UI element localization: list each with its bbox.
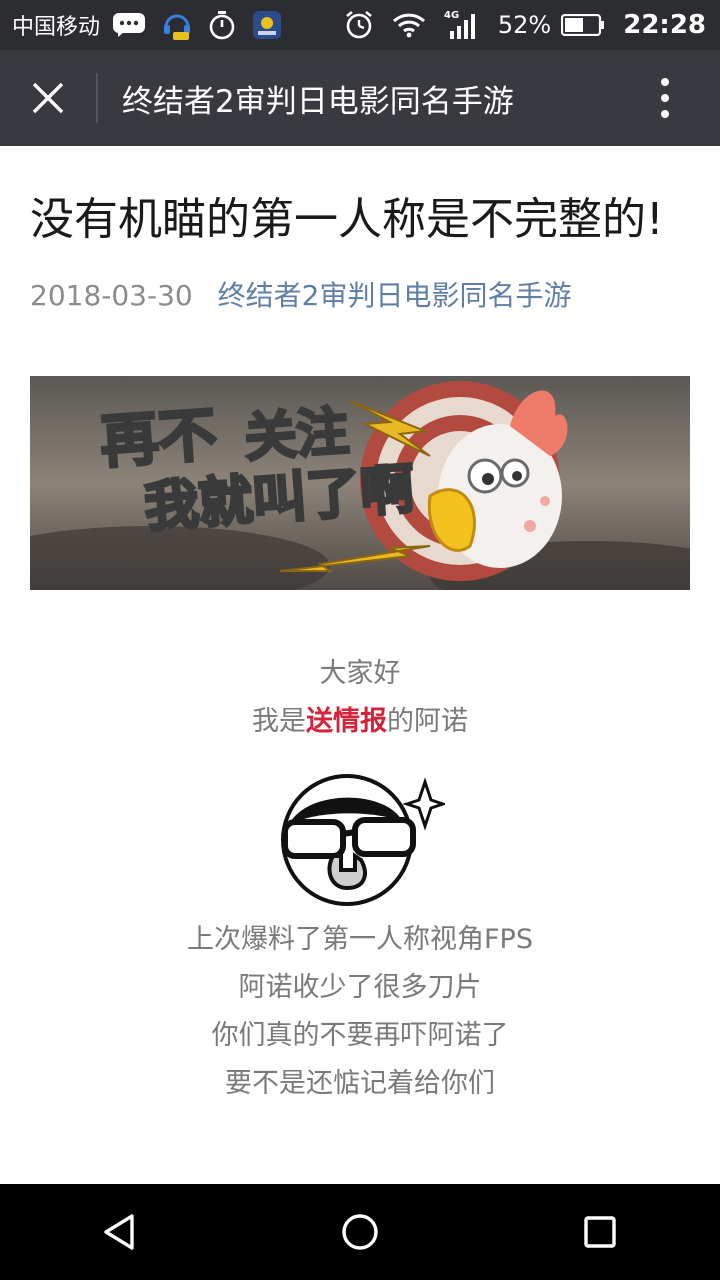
navigation-bar [0, 1184, 720, 1280]
game-app-icon [252, 10, 282, 40]
emoji-sticker [30, 770, 690, 910]
account-link[interactable]: 终结者2审判日电影同名手游 [218, 279, 572, 312]
clock-time: 22:28 [623, 10, 706, 40]
body-line-4: 要不是还惦记着给你们 [225, 1068, 495, 1099]
banner-text-line1b: 关注 [243, 402, 351, 469]
status-right: 4G 52% 22:28 [344, 0, 706, 50]
more-options-button[interactable] [610, 50, 720, 146]
sunglasses-face-icon [281, 774, 445, 906]
page-title: 终结者2审判日电影同名手游 [122, 83, 514, 120]
close-button[interactable] [0, 50, 96, 146]
title-bar: 终结者2审判日电影同名手游 [0, 50, 720, 146]
carrier-name: 中国移动 [12, 15, 101, 40]
network-type-label: 4G [444, 10, 459, 21]
status-left: 中国移动 [12, 0, 298, 50]
greeting-line: 大家好 [319, 658, 401, 689]
recent-apps-button[interactable] [550, 1184, 650, 1280]
message-bubble-icon [112, 12, 146, 38]
stopwatch-icon [208, 10, 236, 40]
publish-date: 2018-03-30 [30, 279, 193, 312]
recent-square-icon [584, 1216, 616, 1248]
back-triangle-icon [104, 1214, 134, 1250]
cell-signal-icon: 4G [444, 9, 480, 41]
article-body: 大家好 我是送情报的阿诺 上次爆料了第一人称视角FPS 阿诺收少了很多刀片 你们… [30, 650, 690, 1108]
article: 没有机瞄的第一人称是不完整的! 2018-03-30 终结者2审判日电影同名手游 [30, 146, 690, 1108]
intro-line: 我是送情报的阿诺 [30, 698, 690, 746]
battery-icon [561, 14, 605, 36]
status-bar: 中国移动 4G 52% 22:28 [0, 0, 720, 50]
more-vertical-icon [661, 78, 669, 118]
intro-post: 的阿诺 [387, 706, 468, 737]
alarm-clock-icon [344, 10, 374, 40]
screen: 中国移动 4G 52% 22:28 终结者2审判日电影同名手游 没有机瞄的第一人… [0, 0, 720, 1280]
back-button[interactable] [70, 1184, 170, 1280]
home-button[interactable] [310, 1184, 410, 1280]
intro-highlight: 送情报 [306, 706, 387, 737]
close-icon [32, 82, 64, 114]
home-circle-icon [342, 1214, 378, 1250]
body-line-1: 上次爆料了第一人称视角FPS [187, 924, 533, 955]
body-line-3: 你们真的不要再吓阿诺了 [211, 1020, 509, 1051]
intro-pre: 我是 [252, 706, 306, 737]
wifi-icon [392, 12, 426, 38]
banner-image[interactable]: 再不 关注 我就叫了啊 [30, 376, 690, 590]
article-title: 没有机瞄的第一人称是不完整的! [30, 194, 664, 245]
battery-percent: 52% [497, 11, 552, 39]
body-line-2: 阿诺收少了很多刀片 [238, 972, 482, 1003]
headset-service-icon [162, 9, 192, 41]
banner-text-line1a: 再不 [98, 400, 218, 476]
article-meta: 2018-03-30 终结者2审判日电影同名手游 [30, 276, 690, 316]
